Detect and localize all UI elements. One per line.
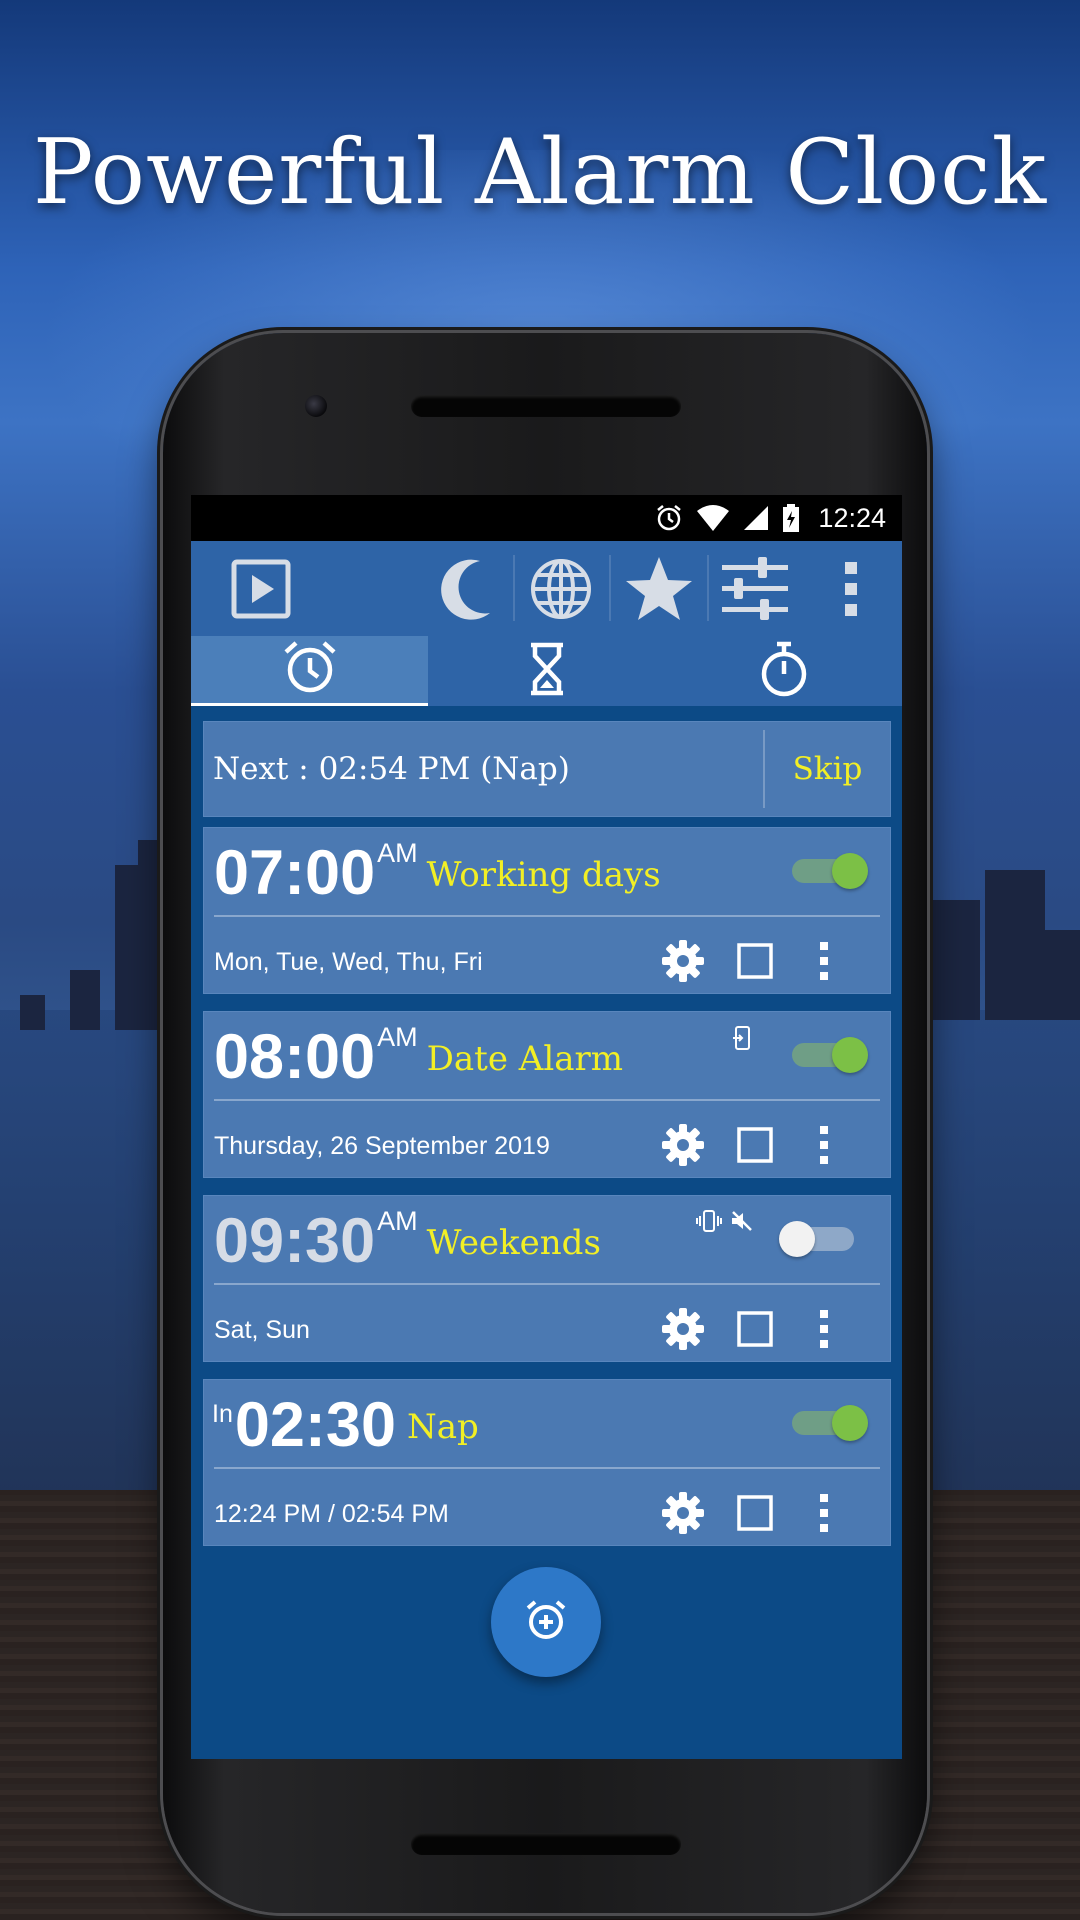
alarm-card[interactable]: In 02:30 Nap 12:24 PM / 02:54 PM: [203, 1379, 891, 1546]
stopwatch-icon: [757, 641, 811, 702]
tab-timer[interactable]: [428, 636, 665, 706]
alarm-time: 02:30: [234, 1390, 396, 1460]
tab-bar: [191, 636, 902, 706]
alarm-label: Date Alarm: [426, 1039, 623, 1079]
alarm-toggle[interactable]: [792, 853, 868, 889]
tab-stopwatch[interactable]: [665, 636, 902, 706]
sliders-icon[interactable]: [719, 541, 791, 636]
alarm-toggle[interactable]: [792, 1405, 868, 1441]
add-alarm-button[interactable]: [491, 1567, 601, 1677]
alarm-card[interactable]: 07:00 AM Working days Mon, Tue, Wed, Thu…: [203, 827, 891, 994]
more-vert-icon[interactable]: [801, 1490, 847, 1536]
alarm-divider: [214, 915, 880, 917]
alarm-ampm: AM: [377, 1206, 418, 1236]
alarm-card[interactable]: 09:30 AM Weekends Sat, Sun: [203, 1195, 891, 1362]
more-vert-icon[interactable]: [801, 1122, 847, 1168]
toolbar-separator: [609, 555, 611, 621]
gear-icon[interactable]: [660, 1306, 706, 1352]
alarm-label: Weekends: [426, 1223, 601, 1263]
play-icon[interactable]: [229, 541, 293, 636]
front-camera: [305, 395, 327, 417]
select-checkbox[interactable]: [732, 1490, 778, 1536]
alarm-days: Thursday, 26 September 2019: [214, 1132, 550, 1160]
alarm-days: Mon, Tue, Wed, Thu, Fri: [214, 948, 483, 976]
skip-button[interactable]: Skip: [763, 730, 890, 808]
alarm-divider: [214, 1467, 880, 1469]
signal-icon: [742, 504, 770, 532]
bottom-speaker: [411, 1833, 681, 1855]
alarm-label: Working days: [426, 855, 661, 895]
alarm-time: 08:00: [214, 1022, 376, 1092]
select-checkbox[interactable]: [732, 938, 778, 984]
alarm-time: 07:00: [214, 838, 376, 908]
vibrate-icon: [696, 1210, 722, 1237]
toolbar-separator: [707, 555, 709, 621]
gear-icon[interactable]: [660, 1122, 706, 1168]
alarm-toggle[interactable]: [792, 1037, 868, 1073]
top-speaker: [411, 395, 681, 417]
phone-screen: 12:24 Next: 02:54 PM (Nap) Skip 07:00 A…: [191, 495, 902, 1759]
more-vert-icon[interactable]: [801, 1306, 847, 1352]
alarm-label: Nap: [407, 1407, 479, 1447]
gear-icon[interactable]: [660, 1490, 706, 1536]
star-icon[interactable]: [623, 541, 695, 636]
alarm-divider: [214, 1283, 880, 1285]
alarm-card[interactable]: 08:00 AM Date Alarm Thursday, 26 Septemb…: [203, 1011, 891, 1178]
status-time: 12:24: [818, 502, 886, 533]
more-vert-icon[interactable]: [801, 938, 847, 984]
time-prefix: In: [212, 1400, 233, 1428]
next-alarm-text: Next : 02:54 PM (Nap): [213, 751, 570, 787]
moon-icon[interactable]: [436, 541, 500, 636]
alarm-clock-icon: [282, 640, 338, 699]
mute-icon: [730, 1210, 754, 1237]
alarm-time: 09:30: [214, 1206, 376, 1276]
skip-label: Skip: [792, 751, 863, 787]
alarm-toggle[interactable]: [779, 1221, 856, 1257]
alarm-days: 12:24 PM / 02:54 PM: [214, 1500, 449, 1528]
status-bar: 12:24: [191, 495, 902, 541]
background-skyline-left: [0, 840, 170, 1030]
toolbar: [191, 541, 902, 636]
select-checkbox[interactable]: [732, 1122, 778, 1168]
gear-icon[interactable]: [660, 938, 706, 984]
next-alarm-banner: Next : 02:54 PM (Nap) Skip: [203, 721, 891, 817]
select-checkbox[interactable]: [732, 1306, 778, 1352]
alarm-icon: [654, 503, 684, 533]
phone-frame: 12:24 Next: 02:54 PM (Nap) Skip 07:00 A…: [163, 333, 927, 1913]
toolbar-separator: [513, 555, 515, 621]
more-vert-icon[interactable]: [831, 541, 871, 636]
alarm-divider: [214, 1099, 880, 1101]
tab-alarms[interactable]: [191, 636, 428, 706]
globe-icon[interactable]: [527, 541, 595, 636]
alarm-days: Sat, Sun: [214, 1316, 310, 1344]
background-skyline-right: [930, 870, 1080, 1020]
battery-charging-icon: [782, 503, 800, 533]
alarm-ampm: AM: [377, 1022, 418, 1052]
phone-transfer-icon: [732, 1026, 752, 1055]
hourglass-icon: [528, 642, 566, 701]
add-alarm-icon: [524, 1598, 568, 1647]
headline: Powerful Alarm Clock: [32, 120, 1048, 225]
wifi-icon: [696, 504, 730, 532]
alarm-ampm: AM: [377, 838, 418, 868]
